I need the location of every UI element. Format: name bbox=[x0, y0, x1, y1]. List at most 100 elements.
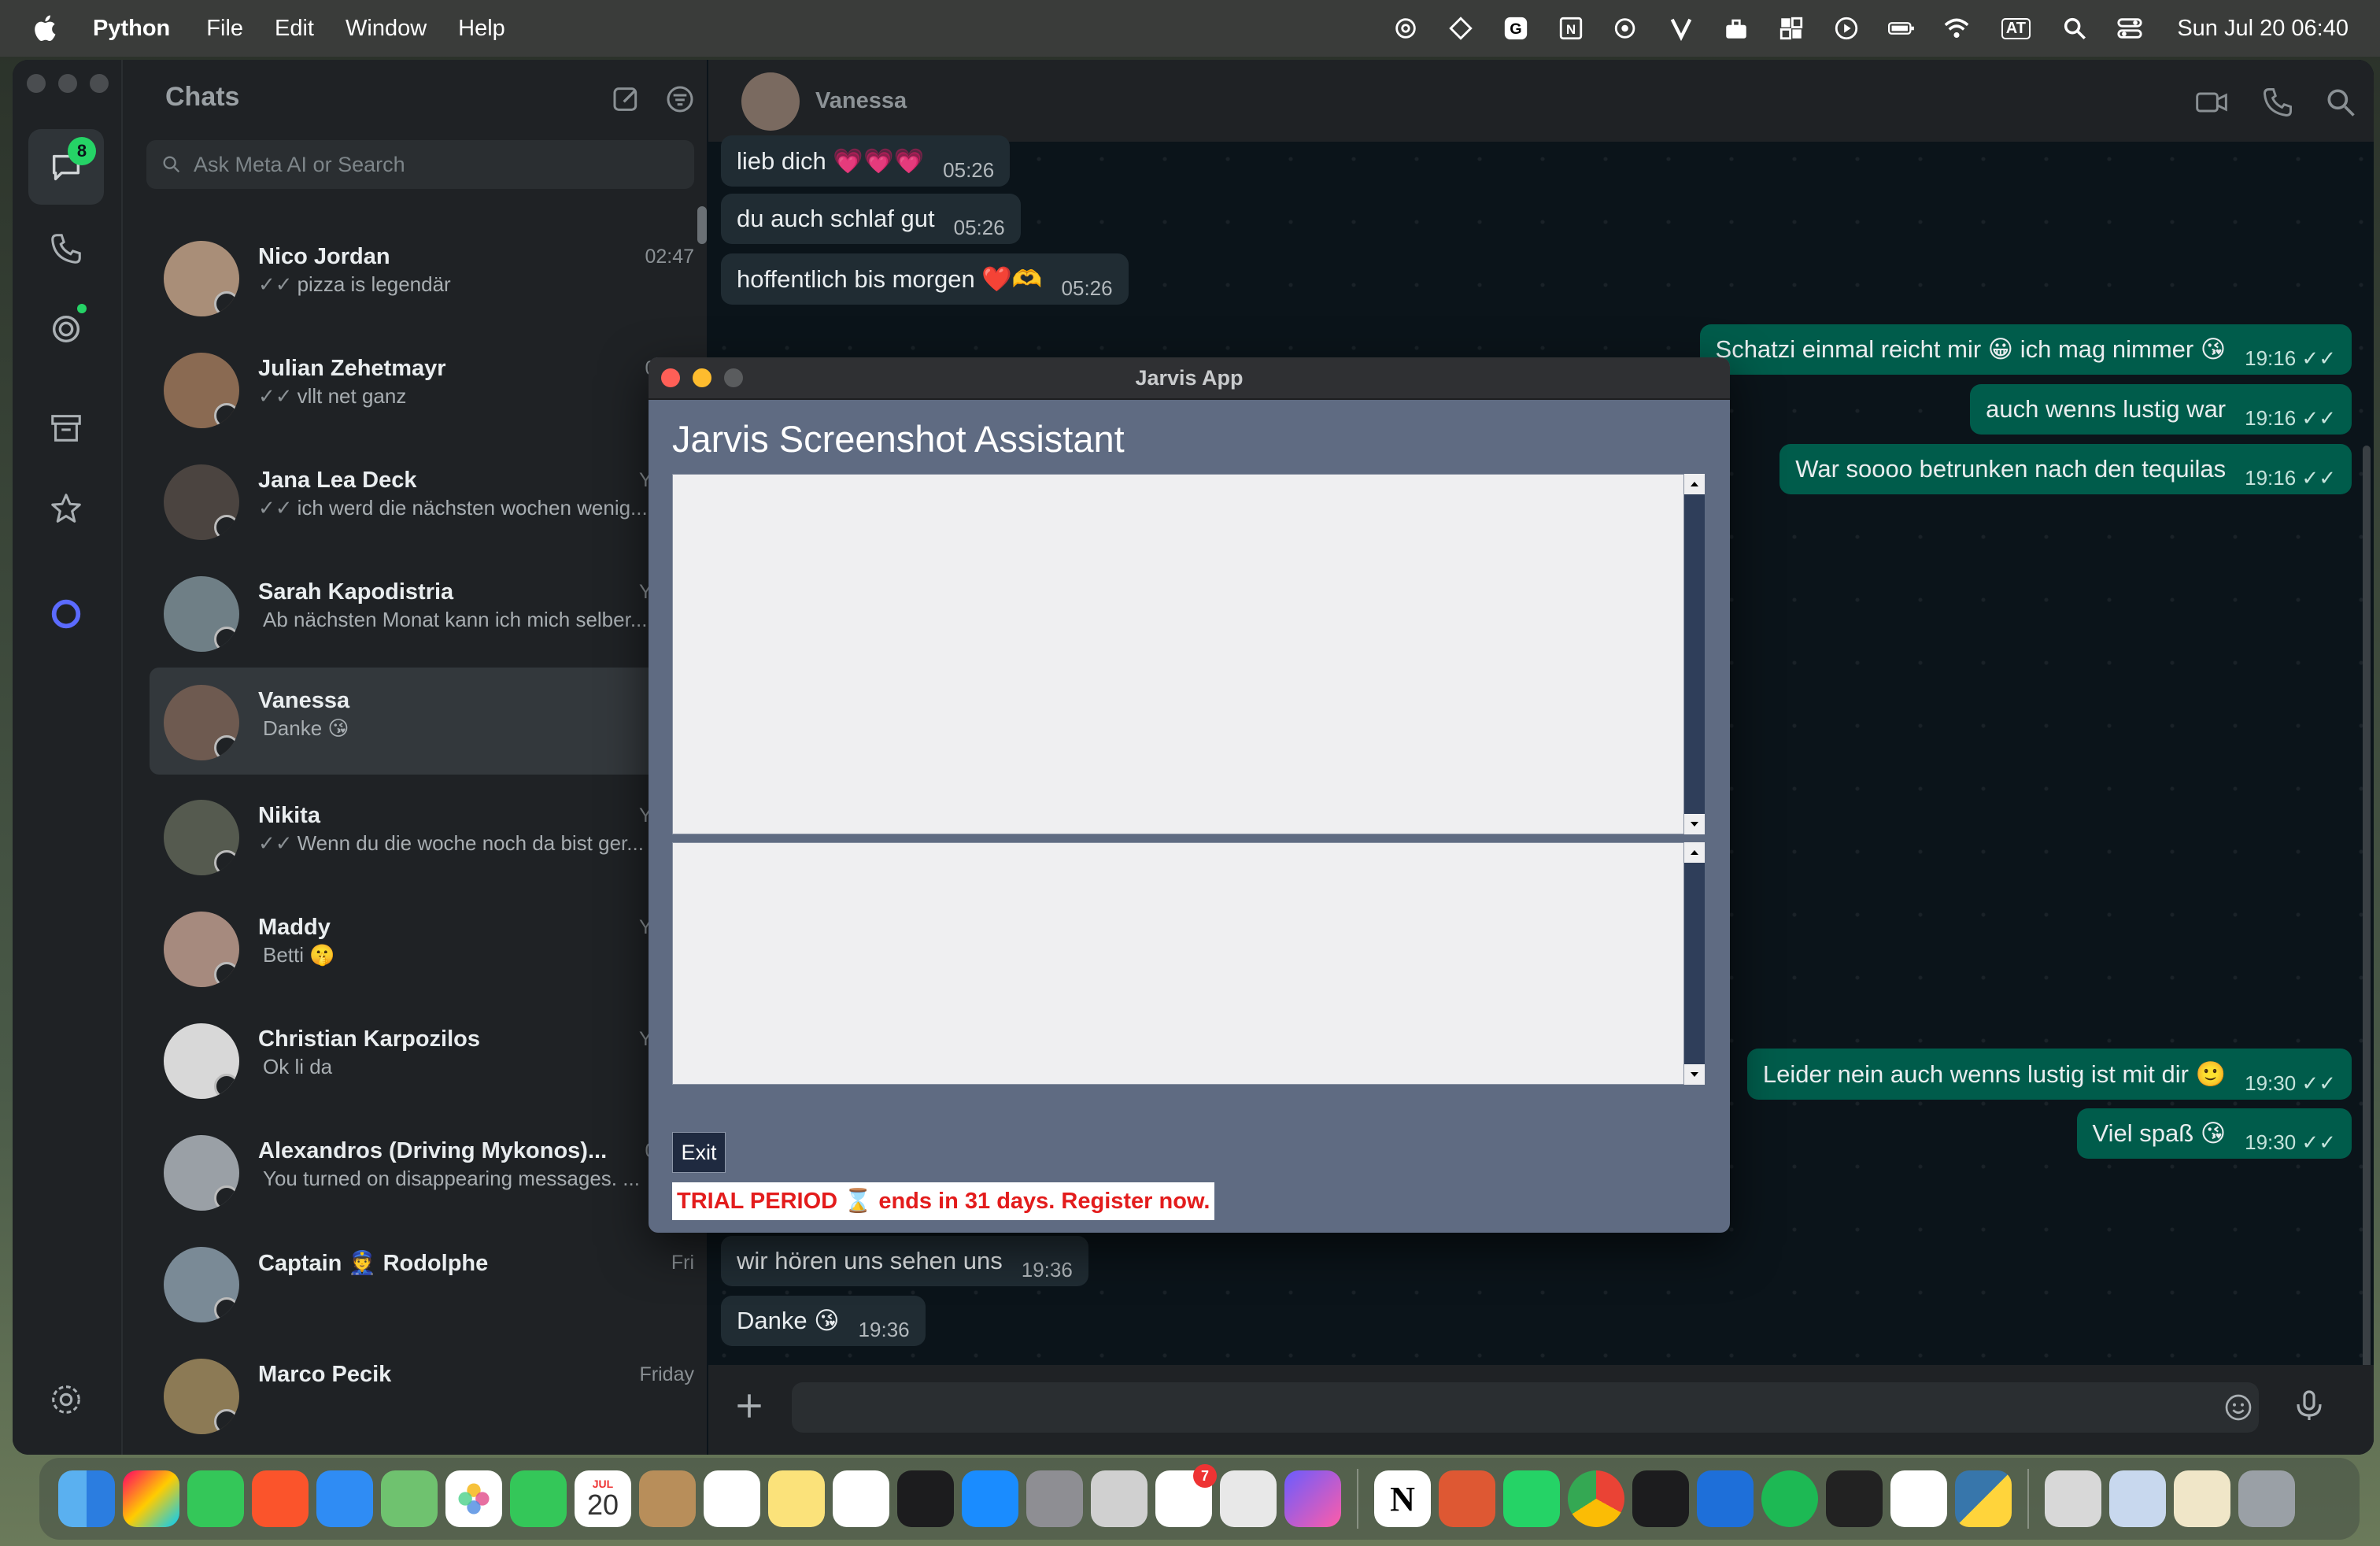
chat-list-item[interactable]: Sarah KapodistriaYesterAb nächsten Monat… bbox=[150, 559, 694, 666]
minimize-window-button[interactable] bbox=[58, 74, 77, 93]
avatar[interactable] bbox=[164, 912, 239, 987]
nav-starred-button[interactable] bbox=[28, 471, 104, 546]
jarvis-input-textarea[interactable] bbox=[672, 842, 1684, 1085]
jarvis-output-scrollbar[interactable] bbox=[1684, 474, 1705, 834]
voice-call-icon[interactable] bbox=[2260, 85, 2295, 120]
chat-list-scrollbar[interactable] bbox=[697, 206, 707, 244]
avatar[interactable] bbox=[164, 1359, 239, 1434]
nav-chats-button[interactable]: 8 bbox=[28, 129, 104, 205]
openai-icon[interactable] bbox=[1391, 14, 1420, 43]
vscode-icon[interactable] bbox=[1697, 1470, 1754, 1527]
chat-list-item[interactable]: Captain 👮 Rodolphe Fri bbox=[150, 1230, 694, 1337]
toolbox-icon[interactable] bbox=[1722, 14, 1750, 43]
avatar[interactable] bbox=[164, 800, 239, 875]
activity-monitor-icon[interactable] bbox=[1826, 1470, 1883, 1527]
facetime-icon[interactable] bbox=[510, 1470, 567, 1527]
reminders-icon[interactable] bbox=[704, 1470, 760, 1527]
chat-list-item[interactable]: MaddyYesterBetti 🤫 bbox=[150, 894, 694, 1001]
avatar[interactable] bbox=[164, 464, 239, 540]
avatar[interactable] bbox=[164, 1247, 239, 1322]
contact-avatar[interactable] bbox=[741, 72, 800, 131]
contacts-icon[interactable] bbox=[639, 1470, 696, 1527]
notion-icon[interactable]: N bbox=[1374, 1470, 1431, 1527]
notion-icon[interactable]: N bbox=[1557, 14, 1585, 43]
jarvis-minimize-button[interactable] bbox=[693, 368, 711, 387]
whatsapp-icon[interactable] bbox=[1503, 1470, 1560, 1527]
chatgpt-icon[interactable] bbox=[1890, 1470, 1947, 1527]
chat-list-item[interactable]: Marco Pecik Friday bbox=[150, 1341, 694, 1448]
spotify-icon[interactable] bbox=[1761, 1470, 1818, 1527]
maps-icon[interactable] bbox=[381, 1470, 438, 1527]
incoming-message[interactable]: Danke 😘 19:36 bbox=[721, 1296, 926, 1346]
jarvis-titlebar[interactable]: Jarvis App bbox=[649, 357, 1730, 400]
jarvis-output-textarea[interactable] bbox=[672, 474, 1684, 834]
new-chat-icon[interactable] bbox=[611, 83, 642, 115]
avatar[interactable] bbox=[164, 241, 239, 316]
menu-clock[interactable]: Sun Jul 20 06:40 bbox=[2177, 16, 2349, 42]
keyboard-layout-icon[interactable]: AT bbox=[1998, 14, 2034, 43]
menu-edit[interactable]: Edit bbox=[275, 16, 314, 42]
nav-archive-button[interactable] bbox=[28, 390, 104, 466]
jarvis-close-button[interactable] bbox=[661, 368, 680, 387]
launchpad-icon[interactable] bbox=[123, 1470, 179, 1527]
thunderbolt-icon[interactable] bbox=[1667, 14, 1695, 43]
freeform-icon[interactable] bbox=[833, 1470, 889, 1527]
jarvis-input-scrollbar[interactable] bbox=[1684, 842, 1705, 1085]
incoming-message[interactable]: lieb dich 💗💗💗 05:26 bbox=[721, 135, 1011, 187]
trash-icon[interactable] bbox=[2238, 1470, 2295, 1527]
conversation-header[interactable]: Vanessa bbox=[708, 60, 2374, 142]
search-chat-icon[interactable] bbox=[2323, 85, 2358, 120]
filter-icon[interactable] bbox=[664, 83, 696, 115]
shortcuts-icon[interactable] bbox=[1284, 1470, 1341, 1527]
preview-icon[interactable] bbox=[2174, 1470, 2230, 1527]
video-call-icon[interactable] bbox=[2194, 85, 2229, 120]
calendar-icon[interactable]: JUL 20 bbox=[575, 1470, 631, 1527]
messages-icon[interactable] bbox=[187, 1470, 244, 1527]
chat-list-item[interactable]: Nico Jordan 02:47 ✓✓ pizza is legendär bbox=[150, 224, 694, 331]
nav-meta-ai-button[interactable] bbox=[28, 576, 104, 652]
conversation-scrollbar[interactable] bbox=[2363, 446, 2371, 1429]
nav-calls-button[interactable] bbox=[28, 211, 104, 287]
spark-mail-icon[interactable]: 7 bbox=[1155, 1464, 1217, 1527]
notes-icon[interactable] bbox=[768, 1470, 825, 1527]
outgoing-message[interactable]: Schatzi einmal reicht mir 😀 ich mag nimm… bbox=[1699, 324, 2352, 375]
menu-app-name[interactable]: Python bbox=[93, 16, 170, 42]
exit-button[interactable]: Exit bbox=[672, 1132, 726, 1173]
contact-name[interactable]: Vanessa bbox=[815, 88, 907, 114]
play-icon[interactable] bbox=[1832, 14, 1861, 43]
jarvis-zoom-button[interactable] bbox=[724, 368, 743, 387]
grid-icon[interactable] bbox=[1777, 14, 1805, 43]
chat-list-item[interactable]: Alexandros (Driving Mykonos)...09.06You … bbox=[150, 1118, 694, 1225]
chat-list-item[interactable]: VanessaYesterDanke 😘 bbox=[150, 668, 711, 775]
scroll-up-arrow-icon[interactable] bbox=[1684, 842, 1705, 863]
incoming-message[interactable]: du auch schlaf gut 05:26 bbox=[721, 194, 1021, 244]
grammarly-icon[interactable]: G bbox=[1502, 14, 1530, 43]
scroll-down-arrow-icon[interactable] bbox=[1684, 1064, 1705, 1085]
avatar[interactable] bbox=[164, 1023, 239, 1099]
outgoing-message[interactable]: Viel spaß 😘 19:30 ✓✓ bbox=[2076, 1108, 2352, 1159]
brave-icon[interactable] bbox=[252, 1470, 309, 1527]
spotlight-icon[interactable] bbox=[2060, 14, 2089, 43]
emoji-icon[interactable] bbox=[2223, 1392, 2254, 1423]
menu-help[interactable]: Help bbox=[458, 16, 505, 42]
scroll-up-arrow-icon[interactable] bbox=[1684, 474, 1705, 494]
menu-window[interactable]: Window bbox=[346, 16, 427, 42]
chat-list-item[interactable]: Christian KarpozilosYesterOk li da bbox=[150, 1006, 694, 1113]
close-window-button[interactable] bbox=[27, 74, 46, 93]
nav-status-button[interactable] bbox=[28, 291, 104, 367]
avatar[interactable] bbox=[164, 685, 239, 760]
chat-list-item[interactable]: NikitaYester✓✓Wenn du die woche noch da … bbox=[150, 782, 694, 890]
chat-list-item[interactable]: Jana Lea DeckYester✓✓ich werd die nächst… bbox=[150, 447, 694, 554]
terminal-icon[interactable] bbox=[1632, 1470, 1689, 1527]
finder-icon[interactable] bbox=[58, 1470, 115, 1527]
menu-file[interactable]: File bbox=[206, 16, 243, 42]
incoming-message[interactable]: hoffentlich bis morgen ❤️🫶 05:26 bbox=[721, 253, 1129, 305]
ai-assistant-icon[interactable] bbox=[1612, 14, 1640, 43]
control-center-icon[interactable] bbox=[2116, 14, 2144, 43]
system-settings-icon[interactable] bbox=[1026, 1470, 1083, 1527]
scroll-down-arrow-icon[interactable] bbox=[1684, 814, 1705, 834]
attach-plus-icon[interactable] bbox=[732, 1389, 767, 1423]
chrome-icon[interactable] bbox=[1568, 1470, 1624, 1527]
python-launcher-icon[interactable] bbox=[1955, 1470, 2012, 1527]
nav-settings-button[interactable] bbox=[28, 1362, 104, 1437]
